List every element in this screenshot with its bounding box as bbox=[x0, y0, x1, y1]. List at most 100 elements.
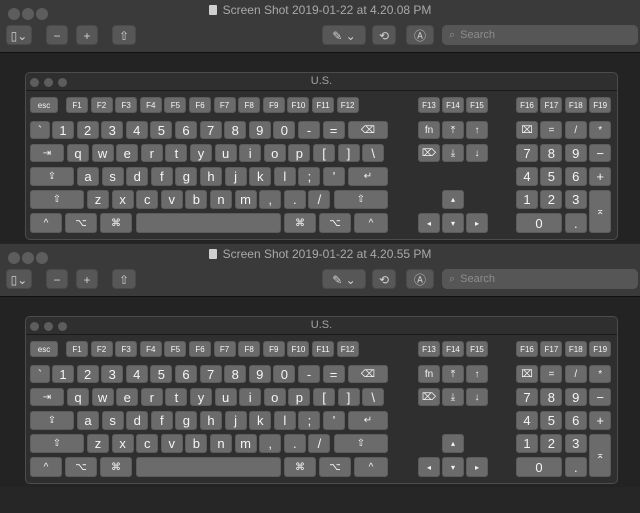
key[interactable]: s bbox=[101, 411, 124, 430]
key[interactable]: ⇪ bbox=[30, 411, 74, 430]
key[interactable]: o bbox=[263, 144, 286, 162]
key[interactable]: 1 bbox=[516, 190, 538, 209]
key[interactable]: ` bbox=[30, 365, 50, 383]
key[interactable]: 4 bbox=[516, 167, 538, 186]
key[interactable]: q bbox=[67, 144, 89, 162]
key[interactable]: esc bbox=[30, 97, 58, 113]
key[interactable]: y bbox=[190, 388, 212, 406]
key[interactable]: ^ bbox=[30, 457, 62, 477]
key[interactable]: v bbox=[160, 434, 183, 453]
key[interactable]: F17 bbox=[540, 341, 563, 357]
key[interactable]: ◂ bbox=[418, 457, 440, 477]
zoom-in-button[interactable]: + bbox=[76, 269, 98, 289]
key[interactable]: \ bbox=[362, 144, 385, 162]
key[interactable]: ⌦ bbox=[418, 388, 440, 406]
key[interactable]: 1 bbox=[52, 365, 74, 383]
key[interactable]: ⌘ bbox=[100, 213, 132, 233]
key[interactable]: = bbox=[540, 365, 563, 383]
key[interactable]: F15 bbox=[466, 97, 488, 113]
key[interactable]: ⇧ bbox=[30, 434, 84, 453]
zoom-in-button[interactable]: + bbox=[76, 25, 98, 45]
key[interactable]: 9 bbox=[248, 365, 271, 383]
key[interactable]: m bbox=[234, 434, 257, 453]
key[interactable]: ⤒ bbox=[442, 121, 464, 139]
key[interactable]: 0 bbox=[273, 121, 296, 139]
key[interactable]: F12 bbox=[336, 341, 359, 357]
markup-button[interactable]: ✎ ⌄ bbox=[322, 269, 366, 289]
key[interactable]: p bbox=[288, 144, 311, 162]
key[interactable]: u bbox=[214, 388, 237, 406]
key[interactable]: w bbox=[91, 388, 114, 406]
key[interactable]: ⇪ bbox=[30, 167, 74, 186]
key[interactable]: F16 bbox=[516, 97, 538, 113]
key[interactable]: g bbox=[175, 167, 198, 186]
key[interactable]: ⌫ bbox=[348, 365, 388, 383]
key[interactable]: u bbox=[214, 144, 237, 162]
key[interactable]: ⌅ bbox=[589, 434, 612, 477]
key[interactable]: ⌦ bbox=[418, 144, 440, 162]
key[interactable]: 0 bbox=[516, 457, 562, 477]
key[interactable]: 9 bbox=[248, 121, 271, 139]
key[interactable]: ⌧ bbox=[516, 121, 538, 139]
key[interactable]: c bbox=[136, 190, 159, 209]
key[interactable]: q bbox=[67, 388, 89, 406]
key[interactable]: ⤓ bbox=[442, 144, 464, 162]
key[interactable]: ' bbox=[323, 167, 345, 186]
key[interactable]: w bbox=[91, 144, 114, 162]
key[interactable]: F4 bbox=[139, 97, 162, 113]
key[interactable]: 3 bbox=[564, 190, 587, 209]
key[interactable]: fn bbox=[418, 121, 440, 139]
key[interactable]: F8 bbox=[238, 341, 261, 357]
key[interactable]: ⤓ bbox=[442, 388, 464, 406]
key[interactable]: F16 bbox=[516, 341, 538, 357]
search-field[interactable]: ⌕ Search bbox=[442, 269, 638, 289]
key[interactable]: 1 bbox=[516, 434, 538, 453]
key[interactable]: ' bbox=[323, 411, 345, 430]
key[interactable]: 5 bbox=[540, 167, 563, 186]
key[interactable]: − bbox=[589, 144, 612, 162]
key[interactable]: F9 bbox=[262, 341, 285, 357]
key[interactable]: i bbox=[239, 388, 262, 406]
key[interactable]: F11 bbox=[312, 341, 334, 357]
key[interactable]: 5 bbox=[150, 121, 173, 139]
annotate-button[interactable]: Ⓐ bbox=[406, 25, 434, 45]
key[interactable]: 7 bbox=[516, 388, 538, 406]
key[interactable]: 3 bbox=[564, 434, 587, 453]
key[interactable]: = bbox=[322, 365, 345, 383]
key[interactable]: F3 bbox=[115, 341, 138, 357]
key[interactable]: ^ bbox=[354, 457, 388, 477]
key[interactable]: F14 bbox=[442, 341, 464, 357]
key[interactable]: 3 bbox=[101, 121, 124, 139]
key[interactable]: − bbox=[589, 388, 612, 406]
key[interactable]: 0 bbox=[273, 365, 296, 383]
key[interactable]: 4 bbox=[125, 365, 148, 383]
key[interactable]: 7 bbox=[516, 144, 538, 162]
key[interactable]: ▾ bbox=[442, 213, 464, 233]
key[interactable]: F4 bbox=[139, 341, 162, 357]
key[interactable]: esc bbox=[30, 341, 58, 357]
key[interactable]: ⇥ bbox=[30, 388, 64, 406]
key[interactable]: o bbox=[263, 388, 286, 406]
key[interactable]: 5 bbox=[540, 411, 563, 430]
zoom-out-button[interactable]: − bbox=[46, 25, 68, 45]
key[interactable]: ↑ bbox=[466, 365, 488, 383]
key[interactable]: F18 bbox=[564, 97, 587, 113]
key[interactable]: F10 bbox=[287, 97, 310, 113]
key[interactable]: - bbox=[298, 121, 320, 139]
key[interactable]: ⇧ bbox=[334, 190, 388, 209]
key[interactable]: F10 bbox=[287, 341, 310, 357]
key[interactable]: g bbox=[175, 411, 198, 430]
key[interactable]: ↵ bbox=[348, 167, 388, 186]
key[interactable]: z bbox=[87, 190, 109, 209]
key[interactable]: F13 bbox=[418, 341, 440, 357]
key[interactable]: 8 bbox=[540, 144, 563, 162]
key[interactable]: / bbox=[308, 190, 331, 209]
key[interactable]: m bbox=[234, 190, 257, 209]
key[interactable]: h bbox=[200, 411, 222, 430]
key[interactable]: ] bbox=[337, 388, 360, 406]
key[interactable]: * bbox=[589, 365, 612, 383]
key[interactable]: [ bbox=[313, 144, 335, 162]
key[interactable]: 8 bbox=[224, 121, 247, 139]
key[interactable]: l bbox=[273, 411, 296, 430]
key[interactable]: t bbox=[165, 388, 188, 406]
